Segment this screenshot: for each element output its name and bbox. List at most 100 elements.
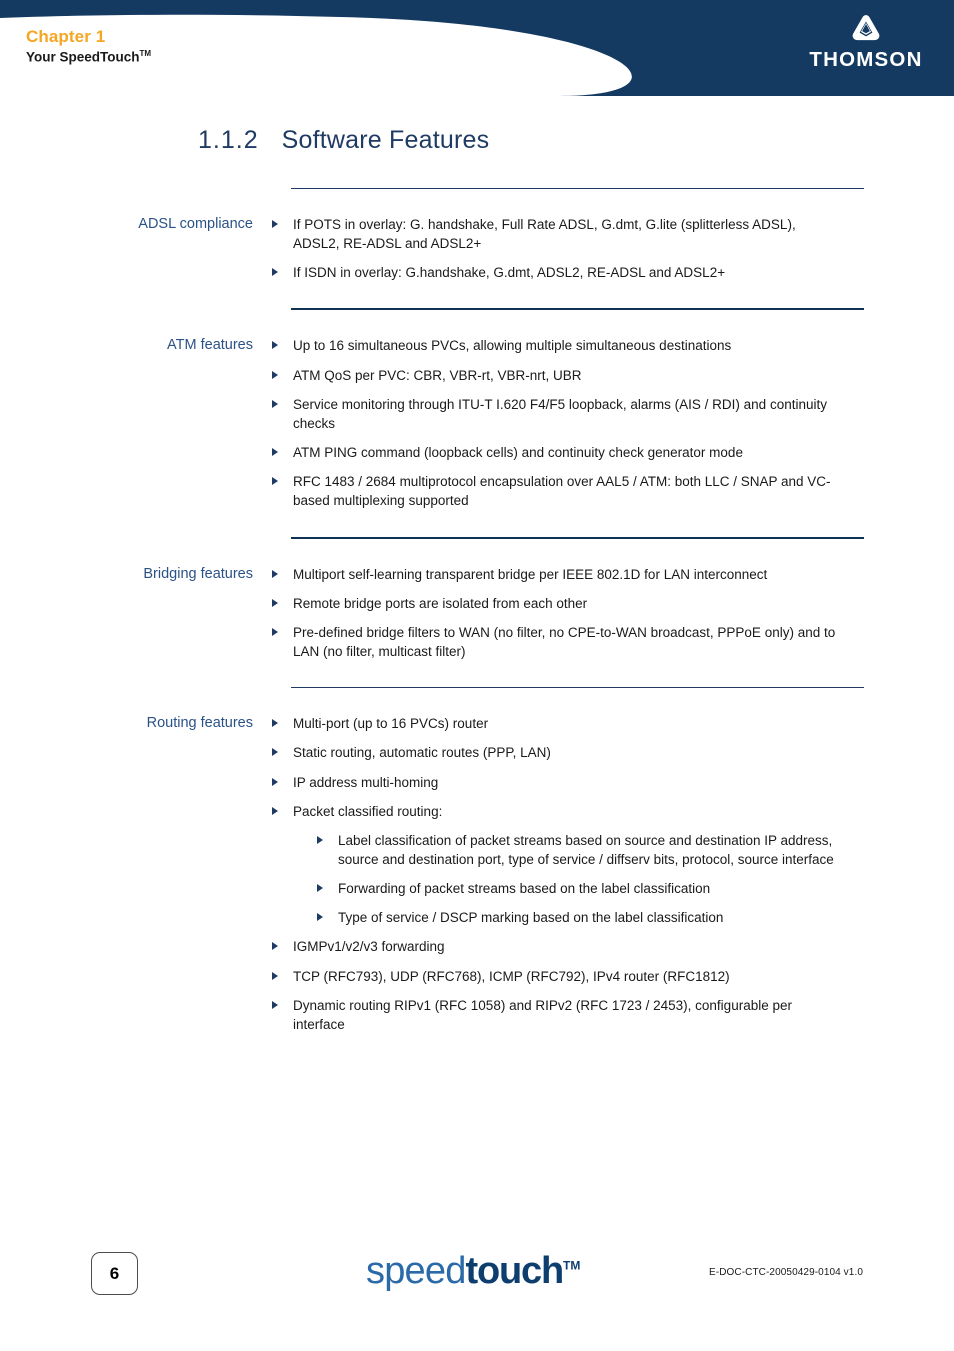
feature-section: ATM features Up to 16 simultaneous PVCs, …	[0, 308, 954, 536]
feature-list: Multi-port (up to 16 PVCs) router Static …	[272, 688, 954, 1060]
feature-item: IGMPv1/v2/v3 forwarding	[272, 937, 864, 956]
thomson-logo: THOMSON	[806, 13, 926, 71]
triangle-glyph	[317, 835, 323, 844]
triangle-glyph	[272, 370, 278, 379]
feature-item-text: Multiport self-learning transparent brid…	[293, 566, 768, 582]
triangle-glyph	[272, 748, 278, 757]
feature-item: ATM QoS per PVC: CBR, VBR-rt, VBR-nrt, U…	[272, 366, 864, 385]
feature-section-body: ADSL compliance If POTS in overlay: G. ha…	[0, 189, 954, 308]
triangle-glyph	[317, 884, 323, 893]
feature-sub-item: Label classification of packet streams b…	[317, 831, 864, 869]
triangle-glyph	[272, 777, 278, 786]
feature-item-text: Service monitoring through ITU-T I.620 F…	[293, 396, 827, 431]
feature-item: Remote bridge ports are isolated from ea…	[272, 594, 864, 613]
feature-item: IP address multi-homing	[272, 773, 864, 792]
triangle-bullet-icon	[272, 263, 293, 277]
feature-item: Static routing, automatic routes (PPP, L…	[272, 743, 864, 762]
feature-list: Multiport self-learning transparent brid…	[272, 539, 954, 688]
triangle-glyph	[272, 806, 278, 815]
triangle-bullet-icon	[272, 594, 293, 607]
triangle-bullet-icon	[317, 908, 338, 922]
triangle-glyph	[272, 399, 278, 408]
page-title-number: 1.1.2	[198, 126, 259, 154]
feature-item-text: Label classification of packet streams b…	[338, 832, 834, 867]
feature-sub-item: Type of service / DSCP marking based on …	[317, 908, 864, 927]
page-number: 6	[91, 1252, 138, 1295]
feature-item: Up to 16 simultaneous PVCs, allowing mul…	[272, 336, 864, 355]
feature-section-label: ADSL compliance	[138, 216, 253, 232]
header-titles: Chapter 1 Your SpeedTouchTM	[26, 27, 151, 65]
document-code: E-DOC-CTC-20050429-0104 v1.0	[709, 1267, 863, 1278]
page-title-text: Software Features	[281, 126, 490, 154]
feature-item-text: Up to 16 simultaneous PVCs, allowing mul…	[293, 338, 732, 354]
triangle-bullet-icon	[272, 565, 293, 578]
triangle-glyph	[272, 220, 278, 228]
triangle-bullet-icon	[317, 879, 338, 893]
trademark-symbol: TM	[139, 48, 152, 58]
page-footer: 6 speedtouchTM E-DOC-CTC-20050429-0104 v…	[0, 1231, 954, 1351]
triangle-bullet-icon	[272, 443, 293, 457]
feature-item-text: Packet classified routing:	[293, 803, 443, 819]
feature-item: If POTS in overlay: G. handshake, Full R…	[272, 215, 864, 253]
feature-section: ADSL compliance If POTS in overlay: G. ha…	[0, 188, 954, 308]
thomson-wordmark: THOMSON	[809, 48, 923, 71]
triangle-glyph	[272, 477, 278, 486]
feature-item-text: Remote bridge ports are isolated from ea…	[293, 595, 588, 611]
triangle-glyph	[272, 1000, 278, 1009]
triangle-bullet-icon	[272, 215, 293, 228]
feature-item-text: Multi-port (up to 16 PVCs) router	[293, 716, 489, 732]
feature-section-label: ATM features	[167, 337, 253, 354]
feature-item-text: Pre-defined bridge filters to WAN (no fi…	[293, 624, 836, 660]
feature-item-text: RFC 1483 / 2684 multiprotocol encapsulat…	[293, 474, 831, 509]
thomson-mark-icon	[852, 15, 880, 41]
speedtouch-logo-part1: speed	[366, 1250, 466, 1292]
triangle-glyph	[272, 341, 278, 350]
triangle-bullet-icon	[272, 967, 293, 980]
triangle-bullet-icon	[272, 623, 293, 636]
feature-item: Pre-defined bridge filters to WAN (no fi…	[272, 623, 864, 661]
triangle-bullet-icon	[272, 366, 293, 379]
feature-item-text: Dynamic routing RIPv1 (RFC 1058) and RIP…	[293, 997, 792, 1032]
triangle-bullet-icon	[272, 395, 293, 408]
triangle-glyph	[317, 913, 323, 922]
feature-section: Bridging features Multiport self-learning…	[0, 536, 954, 688]
speedtouch-logo: speedtouchTM	[366, 1252, 580, 1290]
feature-item-text: Static routing, automatic routes (PPP, L…	[293, 745, 551, 761]
feature-item-text: IP address multi-homing	[293, 774, 439, 790]
triangle-glyph	[272, 942, 278, 951]
triangle-bullet-icon	[272, 743, 293, 757]
feature-sub-item: Forwarding of packet streams based on th…	[317, 879, 864, 898]
page-header: Chapter 1 Your SpeedTouchTM THOMSON	[0, 0, 954, 96]
feature-item: RFC 1483 / 2684 multiprotocol encapsulat…	[272, 472, 864, 510]
chapter-subtitle-text: Your SpeedTouch	[26, 49, 140, 65]
feature-item: ATM PING command (loopback cells) and co…	[272, 443, 864, 462]
feature-item-text: If ISDN in overlay: G.handshake, G.dmt, …	[293, 265, 726, 281]
triangle-glyph	[272, 627, 278, 636]
feature-section-label: Routing features	[146, 715, 253, 732]
triangle-glyph	[272, 971, 278, 980]
feature-sections: ADSL compliance If POTS in overlay: G. ha…	[0, 188, 954, 1060]
feature-item: Multiport self-learning transparent brid…	[272, 565, 864, 584]
triangle-glyph	[272, 598, 278, 607]
triangle-bullet-icon	[317, 831, 338, 844]
feature-item: Service monitoring through ITU-T I.620 F…	[272, 395, 864, 433]
chapter-subtitle: Your SpeedTouchTM	[26, 49, 151, 65]
triangle-glyph	[272, 569, 278, 578]
feature-item-text: Forwarding of packet streams based on th…	[338, 881, 711, 897]
feature-section: Routing features Multi-port (up to 16 PVC…	[0, 687, 954, 1060]
feature-item-text: IGMPv1/v2/v3 forwarding	[293, 939, 445, 955]
triangle-glyph	[272, 268, 278, 277]
feature-item: If ISDN in overlay: G.handshake, G.dmt, …	[272, 263, 864, 282]
feature-section-body: ATM features Up to 16 simultaneous PVCs, …	[0, 310, 954, 536]
feature-item: Multi-port (up to 16 PVCs) router	[272, 714, 864, 733]
feature-list: Up to 16 simultaneous PVCs, allowing mul…	[272, 310, 954, 536]
feature-section-body: Routing features Multi-port (up to 16 PVC…	[0, 688, 954, 1060]
page-title: 1.1.2 Software Features	[198, 126, 489, 155]
feature-item: TCP (RFC793), UDP (RFC768), ICMP (RFC792…	[272, 967, 864, 986]
triangle-glyph	[272, 719, 278, 728]
chapter-label: Chapter 1	[26, 27, 106, 46]
triangle-bullet-icon	[272, 802, 293, 815]
